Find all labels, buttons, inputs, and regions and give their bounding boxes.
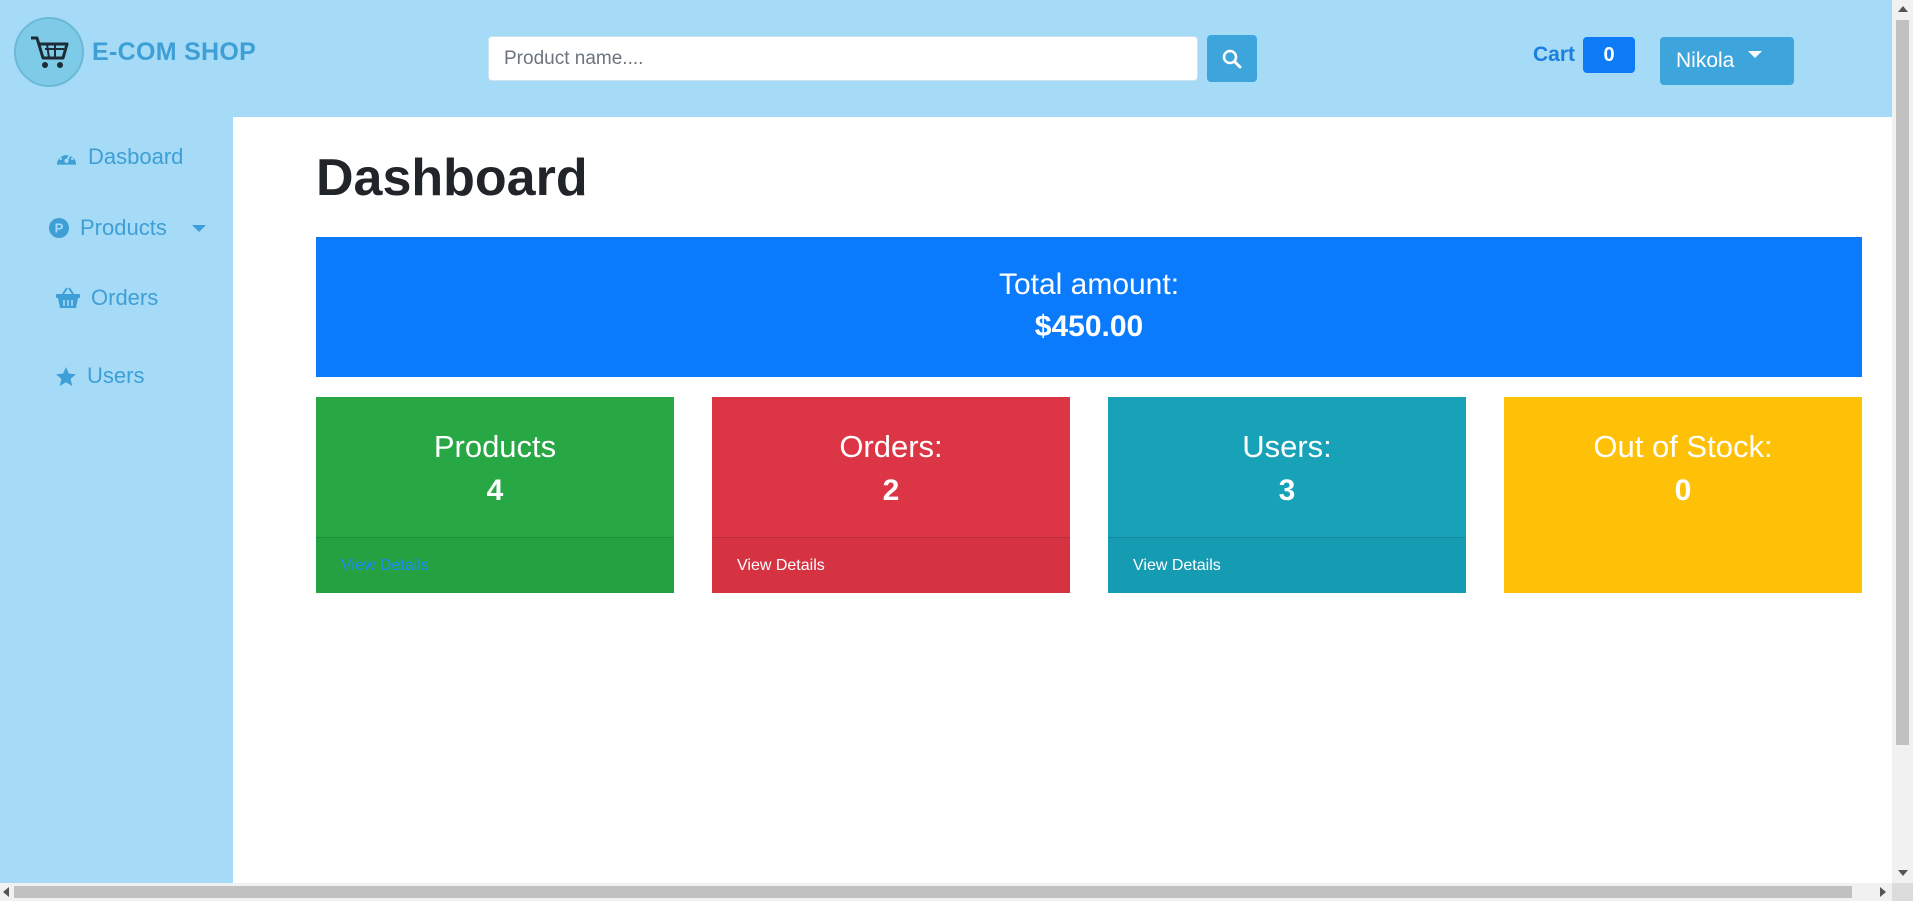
stat-card-value: 0 [1674,474,1692,507]
brand-name: E-COM SHOP [92,37,257,66]
stat-card-value: 4 [486,474,504,507]
sidebar-item-orders[interactable]: Orders [55,285,158,311]
page-title: Dashboard [316,149,588,207]
scroll-up-icon[interactable] [1898,6,1908,12]
star-icon [56,366,76,386]
stat-card-value: 3 [1278,474,1296,507]
user-dropdown-button[interactable]: Nikola [1660,37,1794,85]
search-button[interactable] [1207,35,1257,82]
scroll-right-icon[interactable] [1880,887,1886,897]
users-stat-card: Users: 3 View Details [1108,397,1466,593]
shopping-cart-icon [14,17,84,87]
search-input[interactable] [488,36,1198,81]
svg-text:P: P [55,221,64,236]
out-of-stock-stat-card: Out of Stock: 0 [1504,397,1862,593]
sidebar-item-users[interactable]: Users [55,363,144,389]
vertical-scrollbar[interactable] [1892,0,1913,883]
chevron-down-icon [191,224,206,232]
cart-label: Cart [1533,43,1576,66]
sidebar-item-products[interactable]: P Products [48,215,206,241]
products-stat-card: Products 4 View Details [316,397,674,593]
horizontal-scrollbar[interactable] [0,883,1892,901]
stat-card-title: Out of Stock: [1593,429,1773,464]
sidebar: Dasboard P Products Orders Users [0,117,233,883]
stat-card-footer: View Details [1108,537,1466,593]
scrollbar-corner [1892,883,1913,901]
top-navbar: E-COM SHOP Cart 0 Nikola [0,0,1892,117]
sidebar-item-label: Dasboard [88,144,184,169]
dashboard-gauge-icon [56,152,77,165]
user-name: Nikola [1676,49,1735,72]
product-p-icon: P [49,218,69,238]
sidebar-item-label: Users [87,363,145,388]
total-amount-card: Total amount: $450.00 [316,237,1862,377]
stat-card-title: Products [433,429,557,464]
scroll-left-icon[interactable] [3,887,9,897]
cart-link[interactable]: Cart 0 [1533,37,1636,73]
total-amount-value: $450.00 [1034,310,1144,343]
search-icon [1222,49,1242,68]
stat-card-footer: View Details [316,537,674,593]
stat-card-footer: View Details [712,537,1070,593]
scroll-down-icon[interactable] [1898,870,1908,876]
basket-icon [56,287,80,308]
horizontal-scroll-thumb[interactable] [14,886,1852,898]
vertical-scroll-thumb[interactable] [1896,20,1909,745]
view-details-link[interactable]: View Details [1133,557,1221,574]
cart-count-badge: 0 [1583,37,1636,73]
stat-card-title: Users: [1242,429,1332,464]
brand[interactable]: E-COM SHOP [14,17,256,87]
sidebar-item-dashboard[interactable]: Dasboard [55,144,183,170]
stat-card-title: Orders: [839,429,943,464]
sidebar-item-label: Orders [91,285,159,310]
orders-stat-card: Orders: 2 View Details [712,397,1070,593]
total-amount-label: Total amount: [998,268,1180,301]
chevron-down-icon [1748,51,1762,58]
sidebar-item-label: Products [80,215,167,240]
stat-card-value: 2 [882,474,900,507]
view-details-link[interactable]: View Details [341,557,429,574]
view-details-link[interactable]: View Details [737,557,825,574]
